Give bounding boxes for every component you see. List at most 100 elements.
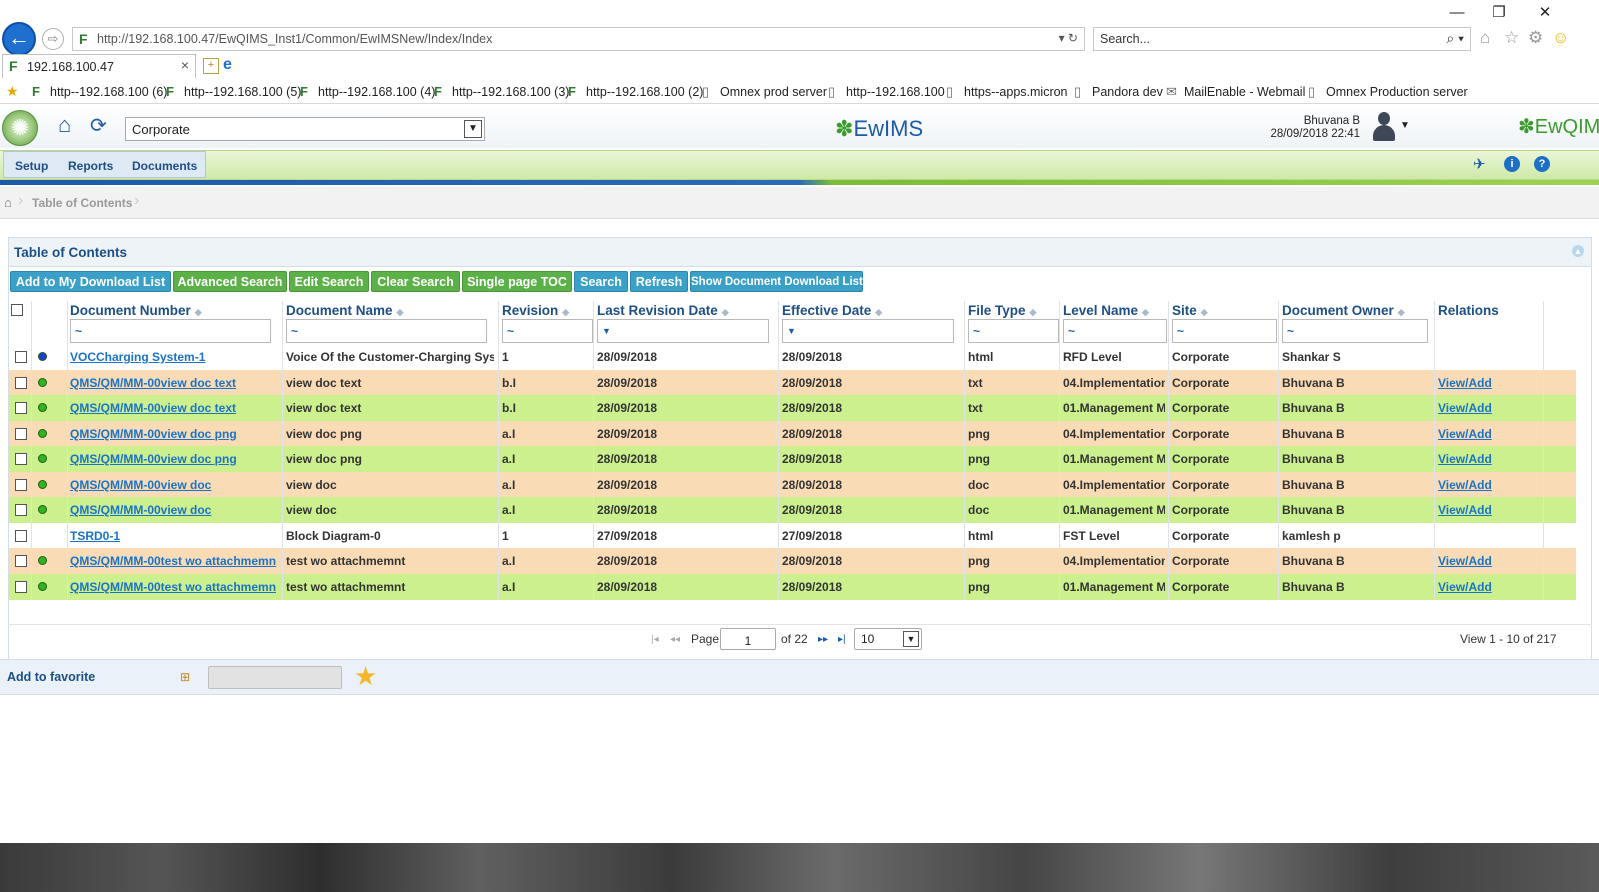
filter-level-name[interactable]: ~ xyxy=(1063,319,1167,343)
favorite-link[interactable]: Fhttp--192.168.100 (6) xyxy=(32,84,167,99)
add-favorite-star-icon[interactable]: ★ xyxy=(354,662,377,690)
favorite-link[interactable]: ▯ Omnex prod server xyxy=(702,84,827,100)
refresh-icon[interactable]: ⟳ xyxy=(90,116,107,136)
favorite-link[interactable]: Fhttp--192.168.100 (3) xyxy=(434,84,569,99)
app-logo-icon[interactable]: ✺ xyxy=(2,110,38,146)
filter-document-name[interactable]: ~ xyxy=(286,319,487,343)
refresh-button[interactable]: Refresh xyxy=(630,271,688,292)
new-tab-button[interactable]: + xyxy=(203,58,219,74)
row-checkbox[interactable] xyxy=(15,529,27,542)
cell-document-number[interactable]: QMS/QM/MM-00view doc text xyxy=(70,370,276,396)
favorite-link[interactable]: ▯ https--apps.micron xyxy=(946,84,1068,100)
column-header-effective-date[interactable]: Effective Date ◆ xyxy=(782,301,882,321)
last-page-icon[interactable]: ▸| xyxy=(838,634,846,645)
row-checkbox[interactable] xyxy=(15,580,27,593)
column-header-file-type[interactable]: File Type ◆ xyxy=(968,301,1036,321)
cell-relations[interactable]: View/Add xyxy=(1438,395,1538,421)
pin-icon[interactable]: ✈ xyxy=(1473,155,1486,173)
favorite-link[interactable]: Fhttp--192.168.100 (4) xyxy=(300,84,435,99)
favorite-link[interactable]: ▯ Omnex Production server xyxy=(1308,84,1468,100)
close-window-button[interactable]: ✕ xyxy=(1530,4,1560,22)
settings-gear-icon[interactable]: ⚙ xyxy=(1528,28,1543,48)
filter-file-type[interactable]: ~ xyxy=(968,319,1059,343)
cell-relations[interactable]: View/Add xyxy=(1438,446,1538,472)
ie-logo-icon[interactable]: e xyxy=(223,56,232,74)
info-icon[interactable]: i xyxy=(1504,156,1520,172)
cell-relations[interactable]: View/Add xyxy=(1438,574,1538,600)
cell-document-number[interactable]: QMS/QM/MM-00view doc text xyxy=(70,395,276,421)
first-page-icon[interactable]: |◂ xyxy=(651,634,659,645)
table-row[interactable]: VOCCharging System-1 Voice Of the Custome… xyxy=(9,344,1576,370)
cell-document-number[interactable]: QMS/QM/MM-00view doc png xyxy=(70,446,276,472)
row-checkbox[interactable] xyxy=(15,478,27,491)
chevron-down-icon[interactable]: ▼ xyxy=(464,120,482,138)
row-checkbox[interactable] xyxy=(15,453,27,465)
cell-document-number[interactable]: VOCCharging System-1 xyxy=(70,344,276,370)
cell-relations[interactable] xyxy=(1438,344,1538,370)
site-select[interactable]: Corporate ▼ xyxy=(125,117,485,141)
table-row[interactable]: TSRD0-1 Block Diagram-0 1 27/09/2018 27/09/2… xyxy=(9,522,1576,549)
cell-document-number[interactable]: QMS/QM/MM-00test wo attachmemnt xyxy=(70,574,276,600)
menu-reports[interactable]: Reports xyxy=(68,159,113,173)
row-checkbox[interactable] xyxy=(15,555,27,567)
collapse-panel-icon[interactable]: ▲ xyxy=(1572,245,1584,257)
avatar[interactable] xyxy=(1371,112,1397,142)
cell-document-number[interactable]: QMS/QM/MM-00view doc xyxy=(70,497,276,523)
column-header-document-owner[interactable]: Document Owner ◆ xyxy=(1282,301,1405,321)
clear-search-button[interactable]: Clear Search xyxy=(371,271,460,292)
column-header-document-number[interactable]: Document Number ◆ xyxy=(70,301,202,321)
filter-last-revision-date[interactable]: ▼ xyxy=(597,319,769,343)
browser-search-box[interactable]: Search... ⌕ ▾ xyxy=(1093,27,1471,51)
restore-button[interactable]: ❐ xyxy=(1484,4,1514,22)
table-row[interactable]: QMS/QM/MM-00test wo attachmemnt test wo a… xyxy=(9,548,1576,574)
filter-revision[interactable]: ~ xyxy=(502,319,593,343)
filter-document-number[interactable]: ~ xyxy=(70,319,271,343)
home-icon[interactable]: ⌂ xyxy=(1480,28,1490,48)
table-row[interactable]: QMS/QM/MM-00test wo attachmemnt test wo a… xyxy=(9,573,1576,600)
show-download-list-button[interactable]: Show Document Download List xyxy=(690,271,863,292)
next-page-icon[interactable]: ▸▸ xyxy=(818,634,828,645)
table-row[interactable]: QMS/QM/MM-00view doc png view doc png a.I 2… xyxy=(9,446,1576,472)
browser-tab[interactable]: F 192.168.100.47 × xyxy=(2,54,196,78)
page-size-select[interactable]: 10 ▼ xyxy=(854,628,922,650)
table-row[interactable]: QMS/QM/MM-00view doc text view doc text b.… xyxy=(9,395,1576,421)
chevron-down-icon[interactable]: ▼ xyxy=(903,631,919,647)
user-menu-chevron-icon[interactable]: ▼ xyxy=(1400,120,1410,131)
column-header-level-name[interactable]: Level Name ◆ xyxy=(1063,301,1149,321)
cell-document-number[interactable]: QMS/QM/MM-00test wo attachmemnt xyxy=(70,548,276,574)
row-checkbox[interactable] xyxy=(15,402,27,414)
address-bar[interactable]: F http://192.168.100.47/EwQIMS_Inst1/Com… xyxy=(72,27,1085,51)
row-checkbox[interactable] xyxy=(15,351,27,363)
filter-site[interactable]: ~ xyxy=(1172,319,1277,343)
favorite-name-input[interactable] xyxy=(208,666,342,689)
favorite-link[interactable]: Fhttp--192.168.100 (2) xyxy=(568,84,703,99)
cell-document-number[interactable]: QMS/QM/MM-00view doc xyxy=(70,472,276,498)
favorite-link[interactable]: ▯ Pandora dev xyxy=(1074,84,1163,100)
folder-tree-icon[interactable]: ⊞ xyxy=(180,670,194,684)
column-header-revision[interactable]: Revision ◆ xyxy=(502,301,569,321)
favorite-link[interactable]: Fhttp--192.168.100 (5) xyxy=(166,84,301,99)
table-row[interactable]: QMS/QM/MM-00view doc view doc a.I 28/09/201… xyxy=(9,497,1576,523)
page-number-input[interactable]: 1 xyxy=(720,628,776,650)
table-row[interactable]: QMS/QM/MM-00view doc text view doc text b.… xyxy=(9,369,1576,396)
favorite-link[interactable]: ✉ MailEnable - Webmail xyxy=(1166,84,1305,100)
cell-relations[interactable]: View/Add xyxy=(1438,472,1538,498)
menu-documents[interactable]: Documents xyxy=(132,159,197,173)
column-header-document-name[interactable]: Document Name ◆ xyxy=(286,301,403,321)
cell-document-number[interactable]: QMS/QM/MM-00view doc png xyxy=(70,421,276,447)
row-checkbox[interactable] xyxy=(15,504,27,516)
refresh-page-icon[interactable]: ▾ ↻ xyxy=(1059,31,1078,45)
cell-relations[interactable]: View/Add xyxy=(1438,370,1538,396)
select-all-checkbox[interactable] xyxy=(11,304,23,316)
table-row[interactable]: QMS/QM/MM-00view doc view doc a.I 28/09/201… xyxy=(9,471,1576,498)
favorites-star-icon[interactable]: ☆ xyxy=(1504,28,1519,48)
cell-relations[interactable]: View/Add xyxy=(1438,421,1538,447)
cell-document-number[interactable]: TSRD0-1 xyxy=(70,523,276,549)
edit-search-button[interactable]: Edit Search xyxy=(289,271,369,292)
home-icon[interactable]: ⌂ xyxy=(58,114,71,136)
column-header-last-revision-date[interactable]: Last Revision Date ◆ xyxy=(597,301,729,321)
menu-setup[interactable]: Setup xyxy=(15,159,48,173)
add-to-download-list-button[interactable]: Add to My Download List xyxy=(10,271,171,292)
breadcrumb-home-icon[interactable]: ⌂ xyxy=(4,195,12,210)
single-page-toc-button[interactable]: Single page TOC xyxy=(462,271,572,292)
